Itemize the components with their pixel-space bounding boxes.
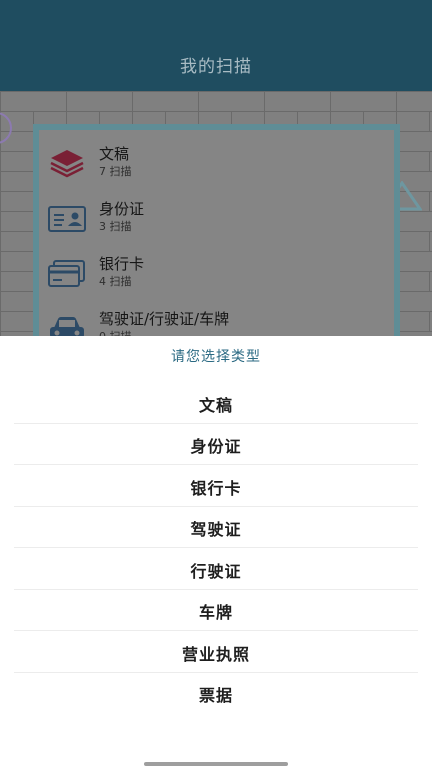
option-vehicle-license[interactable]: 行驶证	[14, 549, 418, 590]
option-bank-card[interactable]: 银行卡	[14, 466, 418, 507]
scan-item-count: 3 扫描	[99, 220, 132, 233]
option-id-card[interactable]: 身份证	[14, 424, 418, 465]
divider	[14, 547, 418, 548]
bank-card-icon	[47, 254, 87, 294]
divider	[14, 464, 418, 465]
scan-item-label: 银行卡	[99, 255, 145, 273]
page-title: 我的扫描	[180, 57, 252, 77]
option-driver-license[interactable]: 驾驶证	[14, 507, 418, 548]
option-receipt[interactable]: 票据	[14, 673, 418, 714]
home-indicator[interactable]	[144, 762, 288, 766]
divider	[14, 630, 418, 631]
scan-item-count: 7 扫描	[99, 165, 132, 178]
option-business-license[interactable]: 营业执照	[14, 632, 418, 673]
my-scans-card: 文稿 7 扫描 身份证 3 扫描 银行卡 4 扫描 驾驶证/行驶证/车牌	[33, 124, 400, 354]
scan-item-label: 文稿	[99, 145, 130, 163]
option-document[interactable]: 文稿	[14, 383, 418, 424]
scan-item-label: 驾驶证/行驶证/车牌	[99, 310, 230, 328]
option-license-plate[interactable]: 车牌	[14, 590, 418, 631]
scan-item-count: 4 扫描	[99, 275, 132, 288]
sheet-title: 请您选择类型	[171, 349, 261, 365]
app-header: 我的扫描	[0, 0, 432, 91]
scan-item-bank-card[interactable]: 银行卡 4 扫描	[47, 254, 387, 304]
scan-item-document[interactable]: 文稿 7 扫描	[47, 144, 387, 194]
scan-item-id-card[interactable]: 身份证 3 扫描	[47, 199, 387, 249]
document-stack-icon	[47, 144, 87, 184]
id-card-icon	[47, 199, 87, 239]
scan-item-label: 身份证	[99, 200, 145, 218]
